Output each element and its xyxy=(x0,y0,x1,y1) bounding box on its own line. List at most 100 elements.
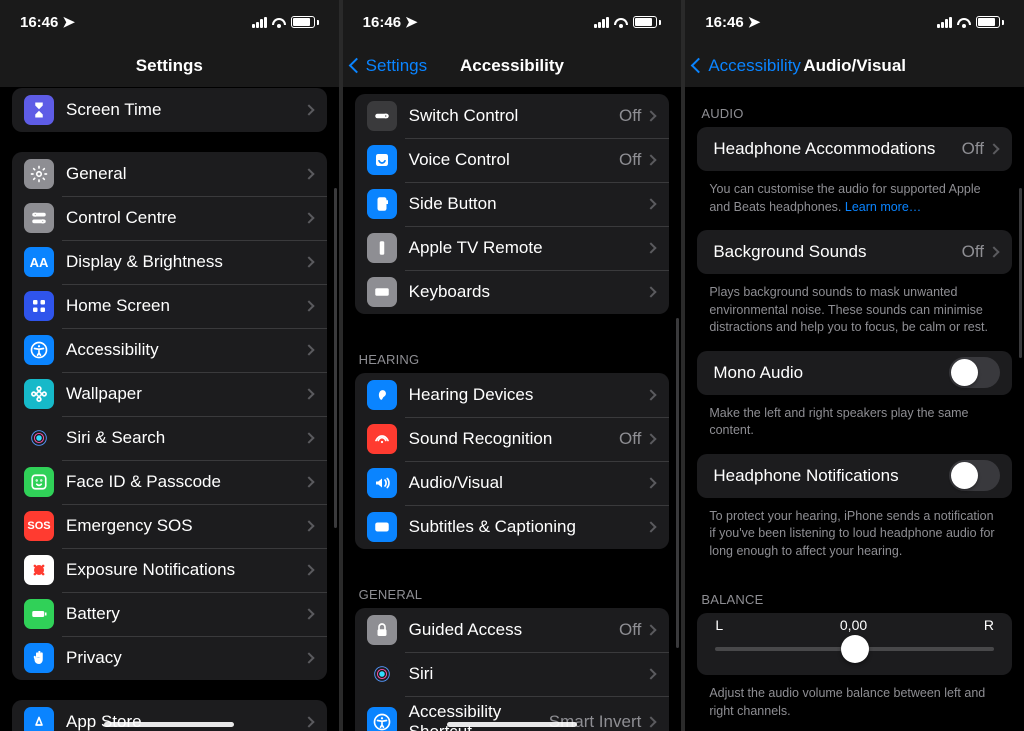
back-label: Accessibility xyxy=(708,56,801,76)
chevron-right-icon xyxy=(303,168,314,179)
row-value: Off xyxy=(619,620,641,640)
row-label: Headphone Notifications xyxy=(713,466,949,486)
voice-icon xyxy=(367,145,397,175)
chevron-right-icon xyxy=(646,110,657,121)
toggle-switch[interactable] xyxy=(949,460,1000,491)
battery-icon xyxy=(633,16,661,28)
status-bar: 16:46➤ xyxy=(685,0,1024,44)
row-label: Subtitles & Captioning xyxy=(409,517,648,537)
toggle-switch[interactable] xyxy=(949,357,1000,388)
remote-icon xyxy=(367,233,397,263)
chevron-right-icon xyxy=(646,433,657,444)
home-indicator[interactable] xyxy=(104,722,234,727)
row-hearing-devices[interactable]: Hearing Devices xyxy=(355,373,670,417)
row-label: Sound Recognition xyxy=(409,429,619,449)
lock-icon xyxy=(367,615,397,645)
row-headphone-notifications[interactable]: Headphone Notifications xyxy=(697,454,1012,498)
row-label: Privacy xyxy=(66,648,305,668)
accessibility-icon xyxy=(367,707,397,731)
gear-icon xyxy=(24,159,54,189)
group-header: AUDIO xyxy=(685,88,1024,127)
status-time: 16:46 xyxy=(705,14,743,31)
chevron-right-icon xyxy=(303,652,314,663)
slider-thumb[interactable] xyxy=(841,635,869,663)
row-label: Battery xyxy=(66,604,305,624)
row-apple-tv-remote[interactable]: Apple TV Remote xyxy=(355,226,670,270)
group-header: HEARING xyxy=(343,334,682,373)
chevron-right-icon xyxy=(646,242,657,253)
row-label: Guided Access xyxy=(409,620,619,640)
row-screen-time[interactable]: Screen Time xyxy=(12,88,327,132)
balance-value: 0,00 xyxy=(840,617,867,633)
row-accessibility[interactable]: Accessibility xyxy=(12,328,327,372)
row-privacy[interactable]: Privacy xyxy=(12,636,327,680)
scrollbar[interactable] xyxy=(676,318,679,648)
row-value: Off xyxy=(619,429,641,449)
row-audio-visual[interactable]: Audio/Visual xyxy=(355,461,670,505)
chevron-right-icon xyxy=(303,212,314,223)
flower-icon xyxy=(24,379,54,409)
siri-icon xyxy=(367,659,397,689)
row-keyboards[interactable]: Keyboards xyxy=(355,270,670,314)
learn-more-link[interactable]: Learn more… xyxy=(845,200,921,214)
row-siri-search[interactable]: Siri & Search xyxy=(12,416,327,460)
hand-icon xyxy=(24,643,54,673)
row-subtitles-captioning[interactable]: Subtitles & Captioning xyxy=(355,505,670,549)
row-wallpaper[interactable]: Wallpaper xyxy=(12,372,327,416)
home-indicator[interactable] xyxy=(447,722,577,727)
phone-screen-accessibility: 16:46➤ Settings Accessibility Switch Con… xyxy=(343,0,682,731)
balance-group: L0,00R xyxy=(697,613,1012,675)
switch-icon xyxy=(367,101,397,131)
row-label: Mono Audio xyxy=(713,363,949,383)
settings-group: Hearing DevicesSound RecognitionOffAudio… xyxy=(355,373,670,549)
audio-icon xyxy=(367,468,397,498)
footer-note: Make the left and right speakers play th… xyxy=(685,401,1024,454)
settings-group: General Control Centre AADisplay & Brightn… xyxy=(12,152,327,680)
row-home-screen[interactable]: Home Screen xyxy=(12,284,327,328)
sos-icon: SOS xyxy=(24,511,54,541)
chevron-right-icon xyxy=(646,521,657,532)
scrollbar[interactable] xyxy=(334,188,337,528)
row-switch-control[interactable]: Switch ControlOff xyxy=(355,94,670,138)
row-face-id-passcode[interactable]: Face ID & Passcode xyxy=(12,460,327,504)
nav-bar: Settings xyxy=(0,44,339,88)
row-battery[interactable]: Battery xyxy=(12,592,327,636)
row-exposure-notifications[interactable]: Exposure Notifications xyxy=(12,548,327,592)
cellular-signal-icon xyxy=(594,17,609,28)
chevron-right-icon xyxy=(303,256,314,267)
row-display-brightness[interactable]: AADisplay & Brightness xyxy=(12,240,327,284)
wifi-icon xyxy=(271,16,287,28)
row-voice-control[interactable]: Voice ControlOff xyxy=(355,138,670,182)
sidebutton-icon xyxy=(367,189,397,219)
row-guided-access[interactable]: Guided AccessOff xyxy=(355,608,670,652)
row-background-sounds[interactable]: Background SoundsOff xyxy=(697,230,1012,274)
row-label: Side Button xyxy=(409,194,648,214)
row-headphone-accommodations[interactable]: Headphone AccommodationsOff xyxy=(697,127,1012,171)
phone-screen-audiovisual: 16:46➤ Accessibility Audio/Visual AUDIOH… xyxy=(685,0,1024,731)
back-button[interactable]: Accessibility xyxy=(685,56,801,76)
chevron-right-icon xyxy=(646,668,657,679)
row-emergency-sos[interactable]: SOS Emergency SOS xyxy=(12,504,327,548)
row-siri[interactable]: Siri xyxy=(355,652,670,696)
status-bar: 16:46➤ xyxy=(0,0,339,44)
chevron-right-icon xyxy=(646,716,657,727)
row-mono-audio[interactable]: Mono Audio xyxy=(697,351,1012,395)
row-label: Headphone Accommodations xyxy=(713,139,961,159)
row-sound-recognition[interactable]: Sound RecognitionOff xyxy=(355,417,670,461)
balance-slider[interactable] xyxy=(715,647,994,651)
scrollbar[interactable] xyxy=(1019,188,1022,358)
row-value: Off xyxy=(619,150,641,170)
row-control-centre[interactable]: Control Centre xyxy=(12,196,327,240)
back-button[interactable]: Settings xyxy=(343,56,427,76)
row-label: Accessibility xyxy=(66,340,305,360)
battery-icon xyxy=(291,16,319,28)
ear-icon xyxy=(367,380,397,410)
row-label: Control Centre xyxy=(66,208,305,228)
row-label: Apple TV Remote xyxy=(409,238,648,258)
row-side-button[interactable]: Side Button xyxy=(355,182,670,226)
row-general[interactable]: General xyxy=(12,152,327,196)
footer-note: You can customise the audio for supporte… xyxy=(685,177,1024,230)
row-label: Face ID & Passcode xyxy=(66,472,305,492)
chevron-right-icon xyxy=(988,246,999,257)
row-label: Emergency SOS xyxy=(66,516,305,536)
